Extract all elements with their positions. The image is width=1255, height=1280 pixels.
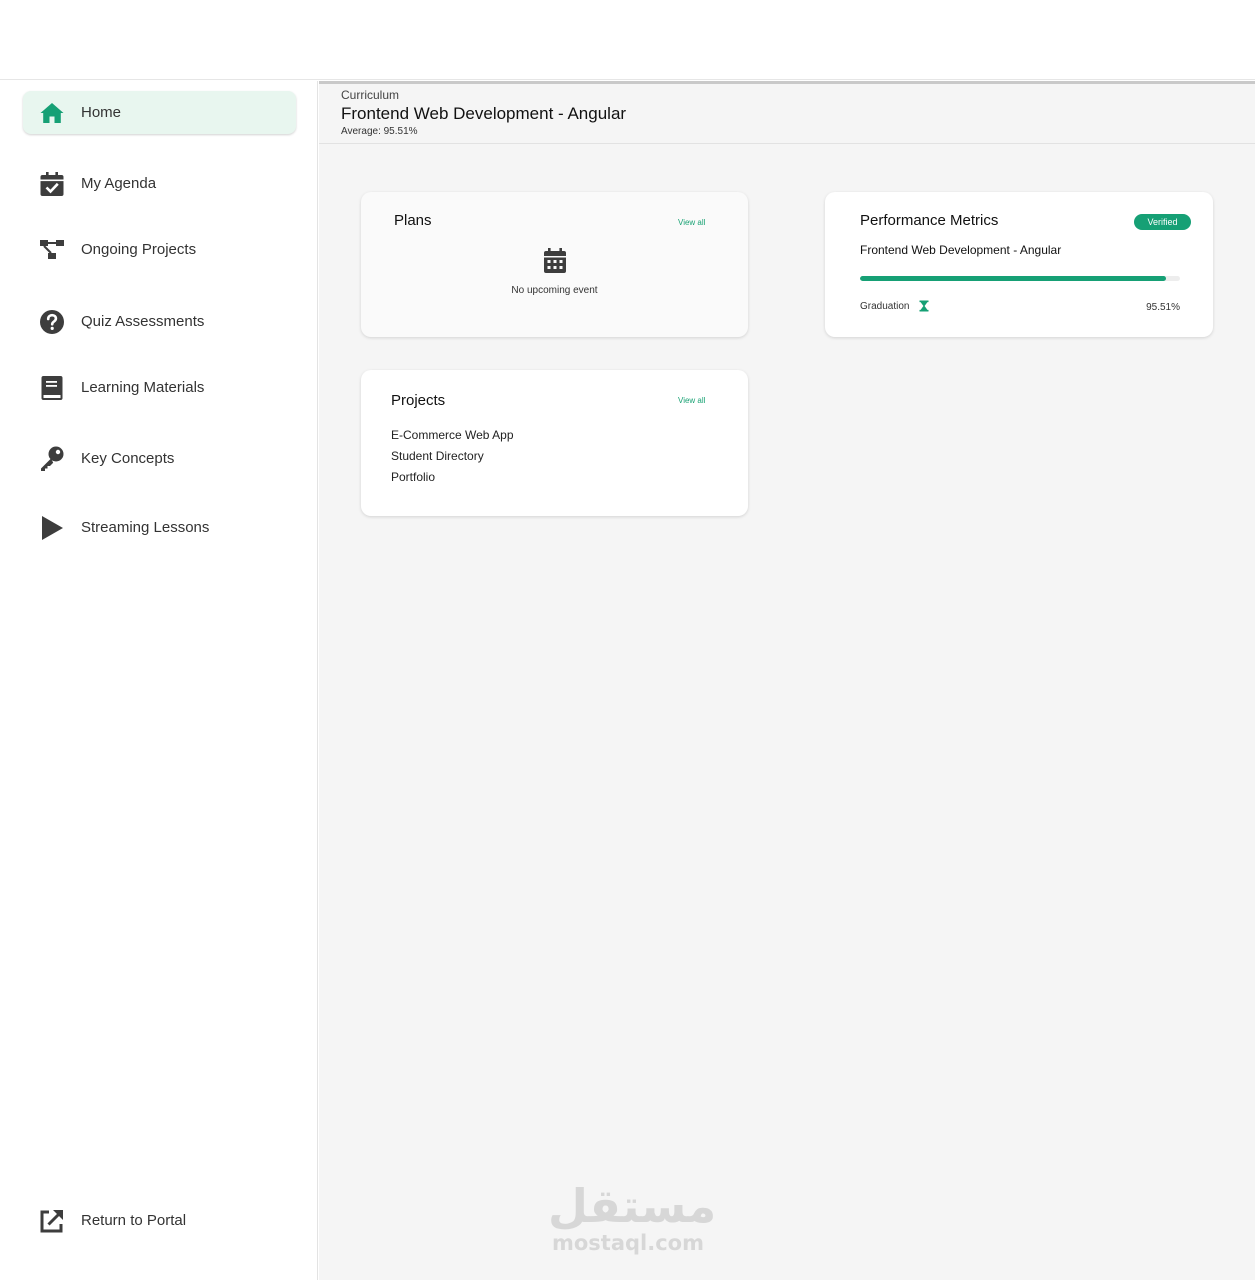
sidebar-item-quiz-assessments[interactable]: Quiz Assessments [23, 300, 296, 343]
watermark-arabic: مستقل [548, 1179, 717, 1233]
project-item[interactable]: Portfolio [391, 470, 435, 484]
plans-card: Plans View all No upcoming event [361, 192, 748, 337]
question-circle-icon [39, 307, 65, 337]
metrics-title: Performance Metrics [860, 212, 999, 229]
hourglass-icon [919, 300, 929, 312]
project-item[interactable]: E-Commerce Web App [391, 428, 514, 442]
sidebar-item-my-agenda[interactable]: My Agenda [23, 162, 296, 205]
project-diagram-icon [39, 235, 65, 265]
play-icon [39, 513, 65, 543]
watermark: مستقل mostaql.com [548, 1179, 717, 1255]
sidebar-item-streaming-lessons[interactable]: Streaming Lessons [23, 506, 296, 549]
calendar-icon [544, 248, 566, 273]
course-name: Frontend Web Development - Angular [860, 243, 1062, 257]
status-badge: Verified [1134, 214, 1191, 230]
sidebar-item-home[interactable]: Home [23, 91, 296, 134]
plans-title: Plans [394, 212, 432, 229]
average-score: Average: 95.51% [341, 126, 418, 137]
graduation-percentage: 95.51% [1146, 302, 1180, 313]
sidebar-item-label: Learning Materials [81, 379, 205, 396]
empty-state-text: No upcoming event [511, 285, 598, 296]
sidebar-item-key-concepts[interactable]: Key Concepts [23, 437, 296, 480]
sidebar-item-label: My Agenda [81, 175, 157, 192]
home-icon [39, 98, 65, 128]
page-header: Curriculum Frontend Web Development - An… [319, 84, 1255, 144]
plans-view-all-link[interactable]: View all [678, 218, 705, 227]
projects-view-all-link[interactable]: View all [678, 396, 705, 405]
sidebar-item-ongoing-projects[interactable]: Ongoing Projects [23, 228, 296, 271]
key-icon [39, 444, 65, 474]
book-icon [39, 373, 65, 403]
sidebar-item-label: Quiz Assessments [81, 313, 205, 330]
sidebar-item-label: Streaming Lessons [81, 519, 210, 536]
calendar-check-icon [39, 169, 65, 199]
project-item[interactable]: Student Directory [391, 449, 484, 463]
sidebar-footer-label: Return to Portal [81, 1212, 187, 1229]
main-content: Curriculum Frontend Web Development - An… [319, 81, 1255, 1280]
breadcrumb: Curriculum [341, 88, 400, 102]
graduation-label: Graduation [860, 301, 910, 312]
sidebar: Home My Agenda Ongoing Projects Quiz Ass… [0, 81, 318, 1280]
sidebar-item-label: Ongoing Projects [81, 241, 197, 258]
return-to-portal-link[interactable]: Return to Portal [23, 1199, 296, 1242]
sidebar-item-learning-materials[interactable]: Learning Materials [23, 366, 296, 409]
performance-metrics-card: Performance Metrics Verified Frontend We… [825, 192, 1213, 337]
sidebar-item-label: Home [81, 104, 122, 121]
progress-fill [860, 276, 1166, 281]
projects-card: Projects View all E-Commerce Web App Stu… [361, 370, 748, 516]
page-title: Frontend Web Development - Angular [341, 104, 627, 123]
watermark-latin: mostaql.com [552, 1231, 704, 1255]
external-link-icon [39, 1206, 65, 1236]
projects-title: Projects [391, 392, 446, 409]
sidebar-item-label: Key Concepts [81, 450, 175, 467]
top-bar [0, 0, 1255, 80]
progress-bar [860, 276, 1180, 281]
